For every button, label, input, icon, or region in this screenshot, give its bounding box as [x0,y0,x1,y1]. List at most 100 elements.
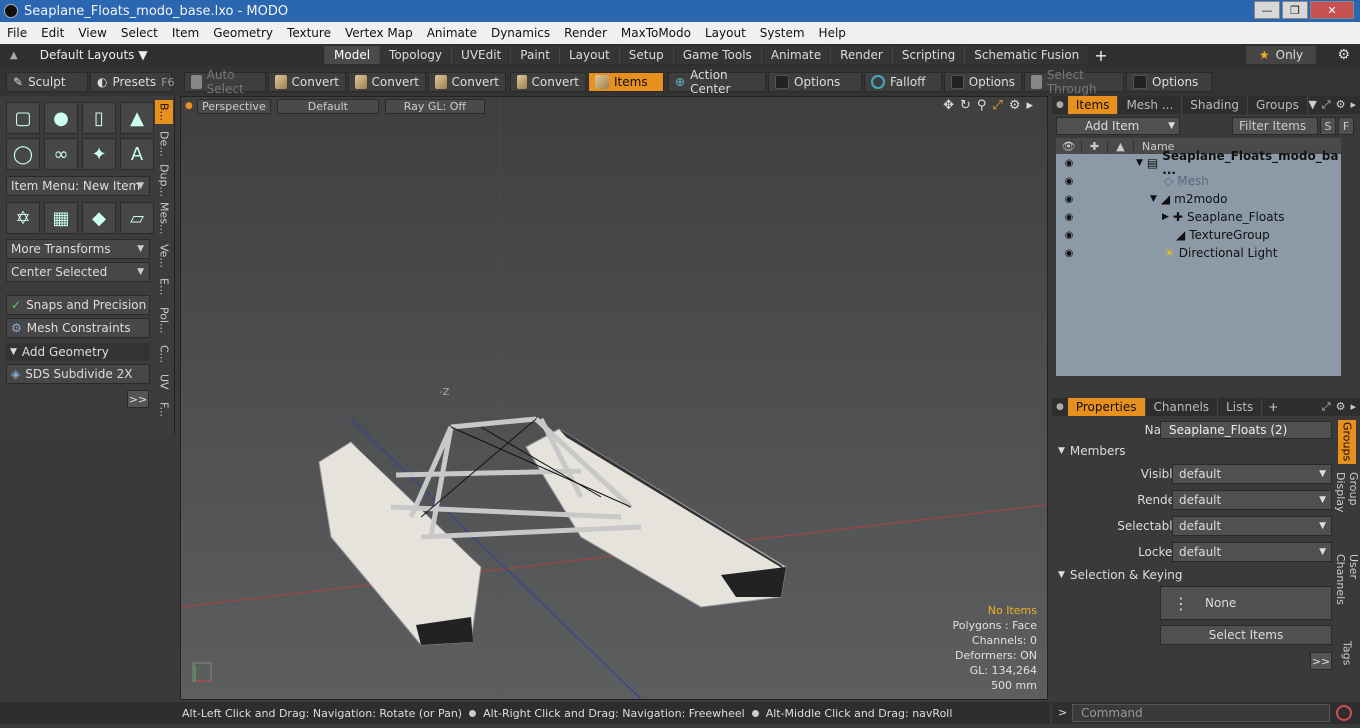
menu-help[interactable]: Help [812,26,853,40]
panel-arrow-icon[interactable]: ▸ [1350,98,1356,112]
lock-column-icon[interactable]: ✚ [1082,139,1108,153]
properties-more-button[interactable]: >> [1310,652,1332,670]
tab-shading[interactable]: Shading [1182,96,1249,114]
only-toggle[interactable]: ★ Only [1246,46,1316,64]
action-center-button[interactable]: ⊕ Action Center [668,68,766,96]
menu-animate[interactable]: Animate [420,26,484,40]
3d-viewport[interactable]: -Z ● Perspective Default Ray GL: Off ✥ ↻… [180,96,1048,700]
sidetab-deform[interactable]: De... [155,130,173,158]
convert-button-3[interactable]: Convert [428,72,506,92]
menu-vertex-map[interactable]: Vertex Map [338,26,420,40]
eye-icon[interactable]: ◉ [1056,230,1082,241]
text-tool-icon[interactable]: A [120,138,154,170]
expand-triangle-icon[interactable]: ▼ [1136,158,1143,168]
tree-item-m2modo[interactable]: ▼ ◢ m2modo [1150,192,1227,206]
tree-row[interactable]: ◉ ☀ Directional Light [1056,244,1341,262]
add-tab-plus-icon[interactable]: + [1094,46,1107,65]
more-transforms-dropdown[interactable]: More Transforms ▼ [6,239,150,259]
sphere-icon[interactable]: ● [44,102,78,134]
sidetab-vertex[interactable]: Ve... [155,242,173,270]
convert-button-2[interactable]: Convert [348,72,426,92]
render-dropdown[interactable]: default ▼ [1172,490,1332,510]
items-mode-button[interactable]: Items [588,72,664,92]
cone-icon[interactable]: ▲ [120,102,154,134]
visibility-column-icon[interactable]: 👁 [1056,139,1082,153]
center-selected-dropdown[interactable]: Center Selected ▼ [6,262,150,282]
convert-button-4[interactable]: Convert [510,72,586,92]
tab-setup[interactable]: Setup [618,46,673,64]
tree-row[interactable]: ◉ ▼ ▤ Seaplane_Floats_modo_ba ... [1056,149,1341,177]
sidetab-uv[interactable]: UV [155,372,173,392]
item-menu-dropdown[interactable]: Item Menu: New Item ▼ [6,176,150,196]
eye-icon[interactable]: ◉ [1056,176,1082,187]
tree-row[interactable]: ◉ ▼ ◢ m2modo [1056,190,1341,208]
menu-geometry[interactable]: Geometry [206,26,280,40]
selectable-dropdown[interactable]: default ▼ [1172,516,1332,536]
pan-icon[interactable]: ✥ [943,98,954,113]
chevron-down-icon[interactable]: ▼ [1308,98,1316,112]
options-button-3[interactable]: Options [1126,72,1212,92]
vtab-tags[interactable]: Tags [1338,638,1356,668]
tree-row[interactable]: ◉ ▶ ✚ Seaplane_Floats [1056,208,1341,226]
panel-menu-dot-icon[interactable]: ● [1052,100,1068,110]
menu-render[interactable]: Render [557,26,614,40]
expand-triangle-icon[interactable]: ▶ [1162,212,1169,222]
grid-icon[interactable]: ▦ [44,202,78,234]
viewport-menu-dot-icon[interactable]: ● [185,101,193,111]
pen-tool-icon[interactable]: ✦ [82,138,116,170]
tab-layout[interactable]: Layout [558,46,619,64]
tree-item-seaplane-floats[interactable]: ▶ ✚ Seaplane_Floats [1162,210,1285,224]
vtab-user-channels[interactable]: User Channels [1334,554,1360,632]
convert-button-1[interactable]: Convert [268,72,346,92]
filter-s-button[interactable]: S [1320,117,1336,135]
eye-icon[interactable]: ◉ [1056,158,1082,169]
panel-gear-icon[interactable]: ⚙ [1336,400,1346,414]
filter-items-input[interactable]: Filter Items [1232,117,1318,135]
more-tools-button[interactable]: >> [127,390,149,408]
menu-dynamics[interactable]: Dynamics [484,26,557,40]
eye-icon[interactable]: ◉ [1056,212,1082,223]
falloff-button[interactable]: Falloff [864,72,942,92]
tab-channels[interactable]: Channels [1146,398,1219,416]
tab-topology[interactable]: Topology [379,46,452,64]
zoom-icon[interactable]: ⚲ [977,98,987,113]
sidetab-polygon[interactable]: Pol... [155,304,173,336]
cylinder-icon[interactable]: ▯ [82,102,116,134]
collapse-arrow-icon[interactable]: ▲ [10,50,18,61]
sidetab-basic[interactable]: B... [155,100,173,124]
add-tab-plus-icon[interactable]: + [1262,400,1284,414]
tree-scrollbar[interactable] [1341,154,1353,376]
expand-triangle-icon[interactable]: ▼ [1150,194,1157,204]
panel-arrow-icon[interactable]: ▸ [1350,400,1356,414]
vtab-groups[interactable]: Groups [1338,420,1356,464]
tab-game-tools[interactable]: Game Tools [672,46,761,64]
sidetab-mesh-edit[interactable]: Mes... [155,202,173,234]
selection-keying-section[interactable]: ▼ Selection & Keying [1058,568,1183,582]
mesh-constraints-button[interactable]: ⚙ Mesh Constraints [6,318,150,338]
close-icon[interactable]: ✕ [1310,1,1354,19]
tab-schematic-fusion[interactable]: Schematic Fusion [964,46,1089,64]
tab-animate[interactable]: Animate [760,46,831,64]
sidetab-edge[interactable]: E... [155,276,173,298]
view-type-dropdown[interactable]: Perspective [196,98,271,114]
menu-edit[interactable]: Edit [34,26,71,40]
expand-icon[interactable]: ⤢ [1322,98,1331,112]
tab-lists[interactable]: Lists [1218,398,1263,416]
shading-dropdown[interactable]: Default [276,98,379,114]
locked-dropdown[interactable]: default ▼ [1172,542,1332,562]
presets-button[interactable]: ◐ Presets F6 [90,72,174,92]
command-input[interactable]: Command [1072,704,1330,722]
add-item-button[interactable]: Add Item ▼ [1056,117,1180,135]
tree-row[interactable]: ◉ ◇ Mesh [1056,172,1341,190]
select-items-button[interactable]: Select Items [1160,625,1332,645]
tab-paint[interactable]: Paint [510,46,559,64]
options-button-2[interactable]: Options [944,72,1022,92]
viewport-gear-icon[interactable]: ⚙ [1009,98,1021,113]
rotate-icon[interactable]: ↻ [960,98,971,113]
command-arrow-icon[interactable]: > [1058,706,1067,719]
filter-f-button[interactable]: F [1338,117,1354,135]
minimize-icon[interactable]: — [1254,1,1280,19]
plane-icon[interactable]: ▱ [120,202,154,234]
snaps-precision-button[interactable]: ✓ Snaps and Precision [6,295,150,315]
maximize-icon[interactable]: ❐ [1282,1,1308,19]
